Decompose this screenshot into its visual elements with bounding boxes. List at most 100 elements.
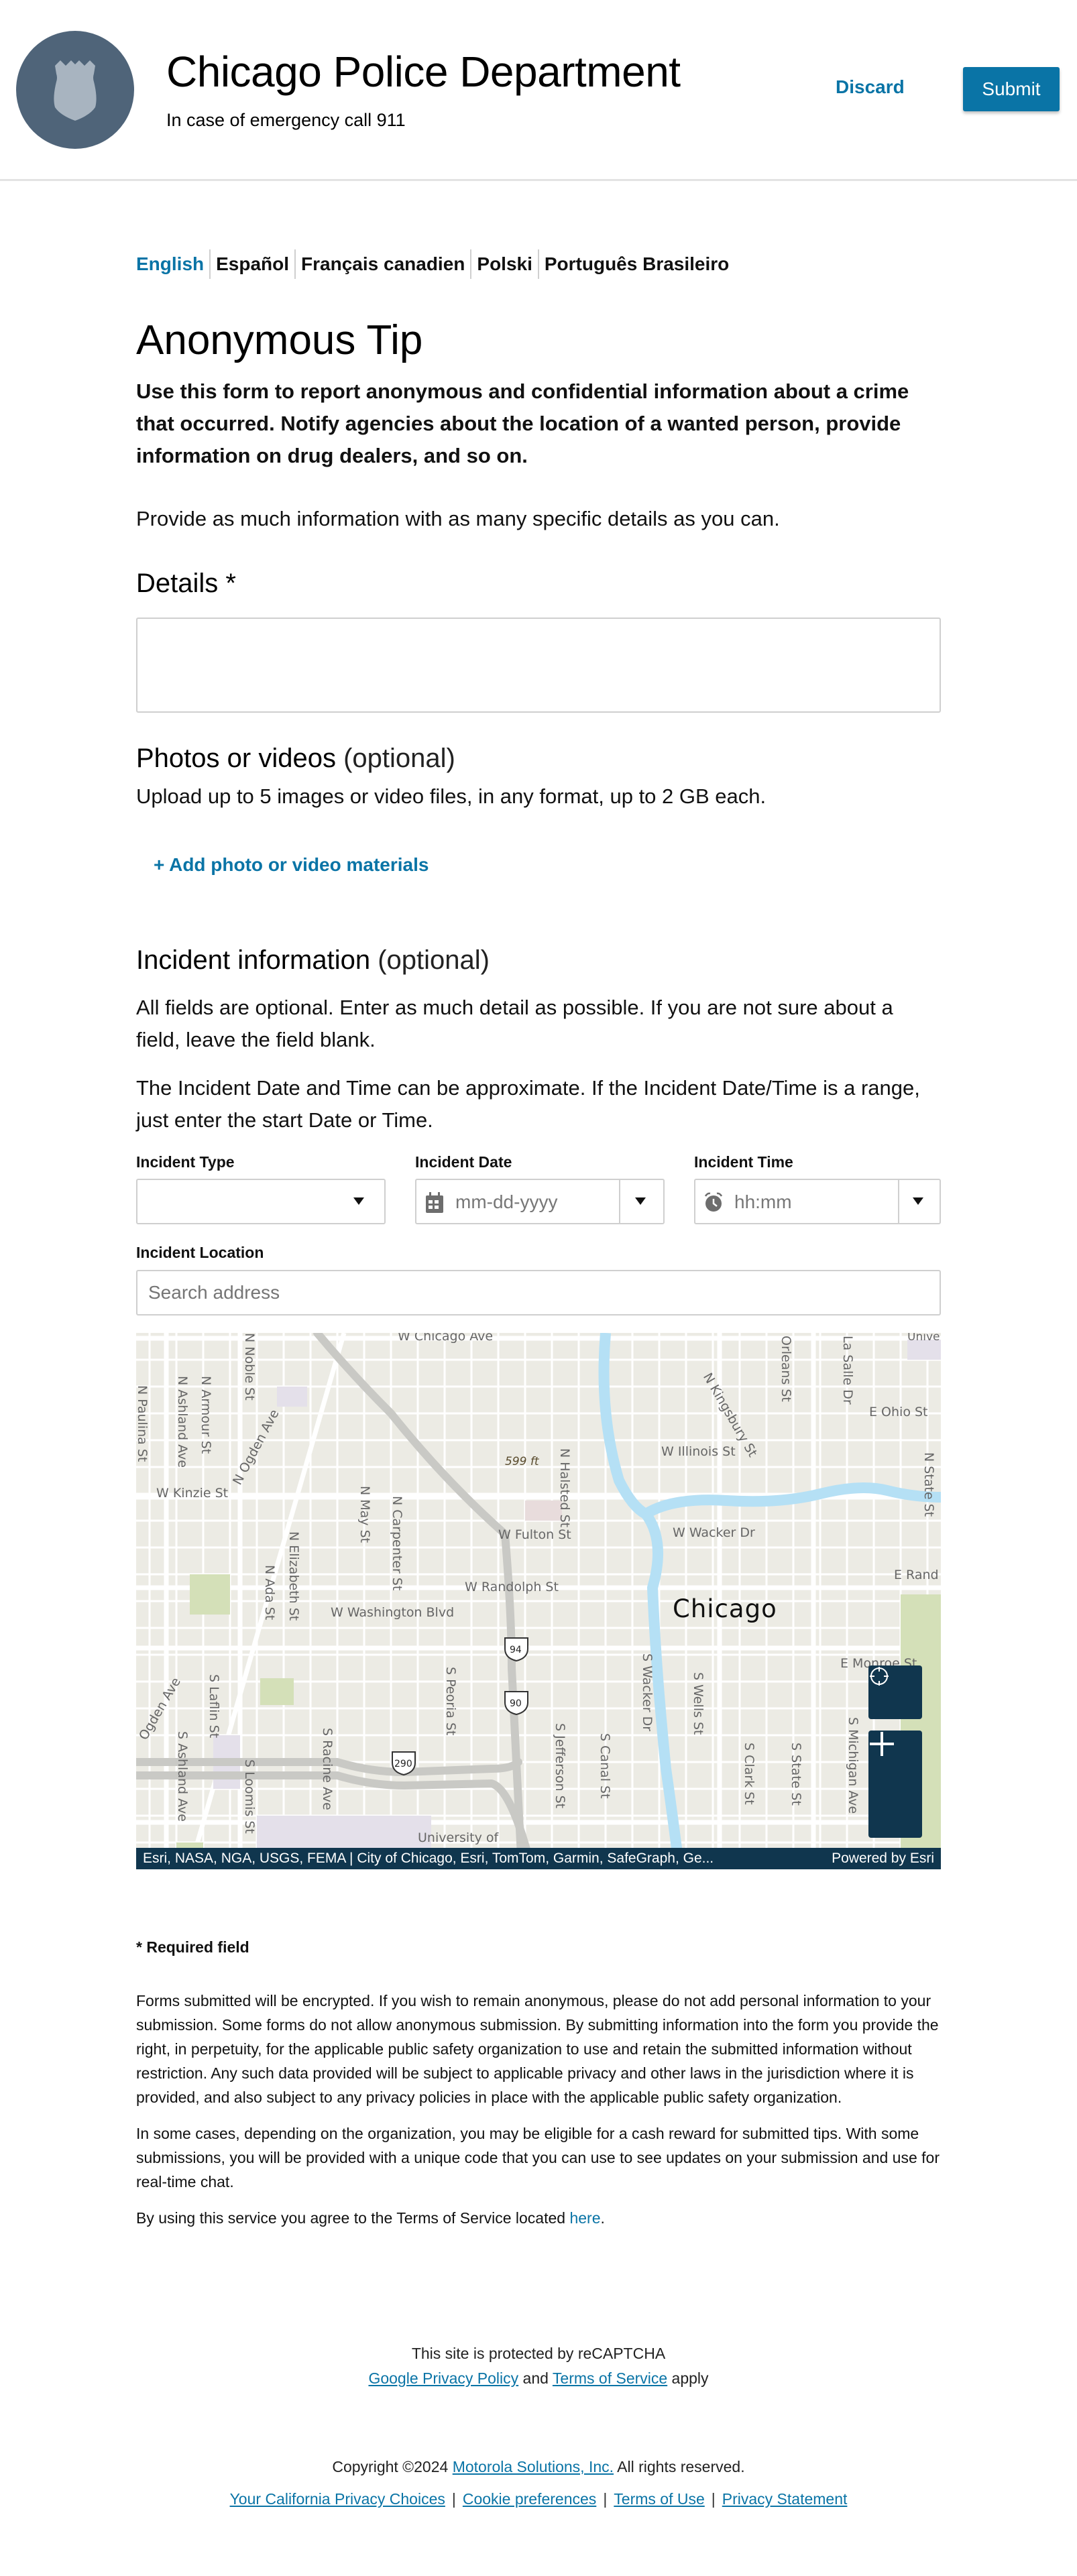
site-header: Chicago Police Department In case of eme… [0,0,1077,181]
map-street-label: S State St [789,1743,803,1806]
language-espanol[interactable]: Español [211,253,294,275]
cookie-preferences-link[interactable]: Cookie preferences [463,2490,596,2508]
zoom-controls [868,1731,922,1838]
map-street-label: N Halsted St [557,1448,572,1528]
recaptcha-links: Google Privacy Policy and Terms of Servi… [0,2369,1077,2388]
agency-logo [16,31,134,149]
map-street-label: Orleans St [779,1336,793,1402]
map-street-label: W Randolph St [465,1580,559,1594]
incident-date-field[interactable]: mm-dd-yyyy [415,1179,665,1224]
map-basemap [136,1333,941,1869]
photos-heading: Photos or videos (optional) [136,744,941,774]
incident-note-approx: The Incident Date and Time can be approx… [136,1076,920,1132]
time-placeholder: hh:mm [734,1191,792,1212]
map-attribution: Esri, NASA, NGA, USGS, FEMA | City of Ch… [136,1848,941,1869]
map-street-label: N State St [921,1452,936,1517]
map-street-label: S Laflin St [207,1674,221,1739]
google-privacy-policy-link[interactable]: Google Privacy Policy [368,2369,518,2387]
map-street-label: E Rand [894,1568,939,1582]
map-street-label: W Kinzie St [156,1486,229,1501]
map-street-label: W Illinois St [661,1444,736,1459]
photos-description: Upload up to 5 images or video files, in… [136,784,767,809]
time-picker-toggle-icon[interactable] [913,1197,923,1205]
intro-text: Use this form to report anonymous and co… [136,379,909,468]
details-textarea[interactable] [136,618,941,713]
incident-location-map[interactable]: 94 90 290 W Chicago Ave W Kinzie St W Il… [136,1333,941,1869]
incident-date-label: Incident Date [415,1153,512,1171]
tip-form: English Español Français canadien Polski… [136,248,941,1136]
page-title: Anonymous Tip [136,317,423,363]
powered-by-esri-link[interactable]: Powered by Esri [832,1848,934,1869]
map-street-label: E Ohio St [869,1405,928,1419]
map-street-label: S Wacker Dr [640,1653,655,1732]
zoom-out-button[interactable] [868,1731,895,1757]
language-english[interactable]: English [136,253,209,275]
terms-here-link[interactable]: here [569,2209,600,2227]
terms-suffix: . [600,2209,605,2227]
map-street-label: W Fulton St [498,1527,571,1542]
required-field-note: * Required field [136,1938,249,1956]
map-street-label: W Washington Blvd [331,1605,455,1620]
instruction-text: Provide as much information with as many… [136,507,780,531]
map-street-label: S Clark St [742,1743,756,1805]
map-street-label: S Ashland Ave [175,1731,190,1822]
footer-links: Your California Privacy Choices | Cookie p… [0,2490,1077,2508]
language-selector: English Español Français canadien Polski… [136,248,941,280]
map-street-label: N Ashland Ave [175,1376,190,1468]
locate-button[interactable] [868,1665,922,1719]
terms-notice: By using this service you agree to the T… [136,2206,941,2230]
incident-time-label: Incident Time [694,1153,793,1171]
map-street-label: N Carpenter St [390,1496,404,1591]
california-privacy-choices-link[interactable]: Your California Privacy Choices [230,2490,445,2508]
map-street-label: N Paulina St [136,1385,150,1462]
divider: | [603,2490,608,2508]
incident-type-select[interactable] [136,1179,386,1224]
add-photo-video-button[interactable]: + Add photo or video materials [154,854,429,876]
shield-number: 290 [394,1759,412,1769]
and-text: and [518,2369,553,2387]
map-street-label: La Salle Dr [840,1336,855,1405]
map-street-label: S Michigan Ave [846,1717,860,1814]
address-search-input[interactable] [136,1270,941,1315]
details-label: Details * [136,569,236,599]
optional-tag: (optional) [378,945,490,976]
privacy-disclaimer: Forms submitted will be encrypted. If yo… [136,1992,939,2106]
map-street-label: S Wells St [691,1672,705,1735]
motorola-solutions-link[interactable]: Motorola Solutions, Inc. [453,2458,614,2475]
date-placeholder: mm-dd-yyyy [455,1191,558,1212]
incident-type-label: Incident Type [136,1153,235,1171]
emergency-notice: In case of emergency call 911 [166,110,406,130]
map-street-label: S Loomis St [242,1759,257,1834]
map-street-label: S Canal St [598,1733,612,1799]
map-street-label: W Chicago Ave [398,1333,494,1344]
google-terms-link[interactable]: Terms of Service [553,2369,667,2387]
agency-title: Chicago Police Department [166,48,681,96]
map-city-label: Chicago [673,1594,777,1623]
privacy-statement-link[interactable]: Privacy Statement [722,2490,848,2508]
submit-button[interactable]: Submit [963,67,1060,111]
incident-time-field[interactable]: hh:mm [694,1179,941,1224]
reward-disclaimer: In some cases, depending on the organiza… [136,2125,940,2190]
copyright: Copyright ©2024 Motorola Solutions, Inc.… [0,2458,1077,2476]
alarm-clock-icon [704,1192,723,1212]
police-badge-icon [54,60,97,121]
recaptcha-notice: This site is protected by reCAPTCHA [411,2345,666,2362]
discard-button[interactable]: Discard [836,76,905,98]
chevron-down-icon [353,1197,364,1205]
locate-icon [870,1667,889,1686]
divider [898,1180,899,1223]
optional-tag: (optional) [343,744,455,774]
language-francais-canadien[interactable]: Français canadien [296,253,470,275]
map-street-label: N Armour St [199,1376,213,1454]
map-street-label: W Wacker Dr [673,1525,755,1540]
date-picker-toggle-icon[interactable] [635,1197,646,1205]
language-portugues-brasileiro[interactable]: Português Brasileiro [539,253,734,275]
divider [619,1180,620,1223]
shield-number: 94 [510,1645,522,1655]
map-street-label: S Jefferson St [553,1723,567,1809]
copyright-prefix: Copyright ©2024 [332,2458,453,2475]
copyright-suffix: All rights reserved. [614,2458,745,2475]
language-polski[interactable]: Polski [471,253,537,275]
apply-text: apply [667,2369,709,2387]
terms-of-use-link[interactable]: Terms of Use [614,2490,704,2508]
